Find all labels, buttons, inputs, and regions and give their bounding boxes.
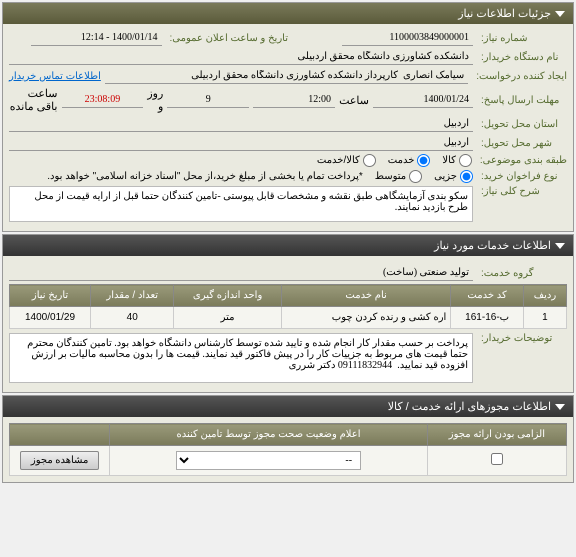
city-field [9,135,473,151]
province-label: استان محل تحویل: [477,119,567,130]
deadline-time-field [253,92,335,108]
purchase-type-group: جزیی متوسط [375,170,473,183]
buyer-org-field [9,49,473,65]
need-details-panel: جزئیات اطلاعات نیاز شماره نیاز: تاریخ و … [2,2,574,232]
permits-body: الزامی بودن ارائه مجوز اعلام وضعیت صحت م… [3,417,573,482]
cat-goods-radio[interactable] [459,154,472,167]
type-medium-radio[interactable] [409,170,422,183]
buyer-org-label: نام دستگاه خریدار: [477,52,567,63]
need-details-header[interactable]: جزئیات اطلاعات نیاز [3,3,573,24]
contact-link[interactable]: اطلاعات تماس خریدار [9,71,101,82]
services-panel: اطلاعات خدمات مورد نیاز گروه خدمت: ردیف … [2,234,574,393]
cat-both-label: کالا/خدمت [317,155,360,166]
services-header[interactable]: اطلاعات خدمات مورد نیاز [3,235,573,256]
days-label: روز و [147,87,163,113]
need-number-field [342,30,473,46]
view-permit-button[interactable]: مشاهده مجوز [20,451,99,470]
collapse-icon [555,11,565,17]
col-mandatory: الزامی بودن ارائه مجوز [427,424,566,446]
desc-textarea[interactable] [9,186,473,222]
type-small-label: جزیی [434,171,457,182]
cell-qty: 40 [91,307,174,329]
deadline-label: مهلت ارسال پاسخ: [477,95,567,106]
category-radio-group: کالا خدمت کالا/خدمت [317,154,472,167]
cat-goods-label: کالا [442,155,456,166]
cell-unit: متر [174,307,282,329]
category-label: طبقه بندی موضوعی: [476,155,567,166]
col-qty: تعداد / مقدار [91,285,174,307]
section-title: اطلاعات خدمات مورد نیاز [434,239,551,252]
service-group-label: گروه خدمت: [477,268,567,279]
table-row[interactable]: 1 ب-16-161 اره کشی و رنده کردن چوب متر 4… [10,307,567,329]
permits-table: الزامی بودن ارائه مجوز اعلام وضعیت صحت م… [9,423,567,476]
col-unit: واحد اندازه گیری [174,285,282,307]
type-medium-label: متوسط [375,171,406,182]
public-time-field [31,30,162,46]
cell-date: 1400/01/29 [10,307,91,329]
cat-service-radio[interactable] [417,154,430,167]
permits-header[interactable]: اطلاعات مجوزهای ارائه خدمت / کالا [3,396,573,417]
col-date: تاریخ نیاز [10,285,91,307]
collapse-icon [555,404,565,410]
desc-label: شرح کلی نیاز: [477,186,567,197]
cat-both-radio[interactable] [363,154,376,167]
col-row: ردیف [523,285,566,307]
table-row: -- مشاهده مجوز [10,446,567,476]
status-select[interactable]: -- [176,451,361,470]
city-label: شهر محل تحویل: [477,138,567,149]
col-status: اعلام وضعیت صحت مجوز توسط تامین کننده [110,424,428,446]
type-note: *پرداخت تمام یا بخشی از مبلغ خرید،از محل… [47,171,363,182]
section-title: جزئیات اطلاعات نیاز [458,7,551,20]
col-name: نام خدمت [281,285,450,307]
deadline-date-field [373,92,473,108]
cat-service-label: خدمت [388,155,415,166]
buyer-note-textarea[interactable] [9,333,473,383]
remaining-label: ساعت باقی مانده [9,87,57,113]
services-table: ردیف کد خدمت نام خدمت واحد اندازه گیری ت… [9,284,567,329]
cell-row: 1 [523,307,566,329]
province-field [9,116,473,132]
section-title: اطلاعات مجوزهای ارائه خدمت / کالا [388,400,551,413]
permits-panel: اطلاعات مجوزهای ارائه خدمت / کالا الزامی… [2,395,574,483]
services-body: گروه خدمت: ردیف کد خدمت نام خدمت واحد ان… [3,256,573,392]
purchase-type-label: نوع فراخوان خرید: [477,171,567,182]
cell-name: اره کشی و رنده کردن چوب [281,307,450,329]
type-small-radio[interactable] [460,170,473,183]
service-group-field [9,265,473,281]
need-details-body: شماره نیاز: تاریخ و ساعت اعلان عمومی: نا… [3,24,573,231]
mandatory-checkbox[interactable] [491,453,503,465]
remaining-field [62,92,144,108]
need-number-label: شماره نیاز: [477,33,567,44]
col-code: کد خدمت [451,285,524,307]
creator-field [105,68,468,84]
public-time-label: تاریخ و ساعت اعلان عمومی: [166,33,289,44]
collapse-icon [555,243,565,249]
creator-label: ایجاد کننده درخواست: [472,71,567,82]
buyer-note-label: توضیحات خریدار: [477,333,567,344]
time-label: ساعت [339,94,369,107]
days-field [167,92,249,108]
cell-code: ب-16-161 [451,307,524,329]
